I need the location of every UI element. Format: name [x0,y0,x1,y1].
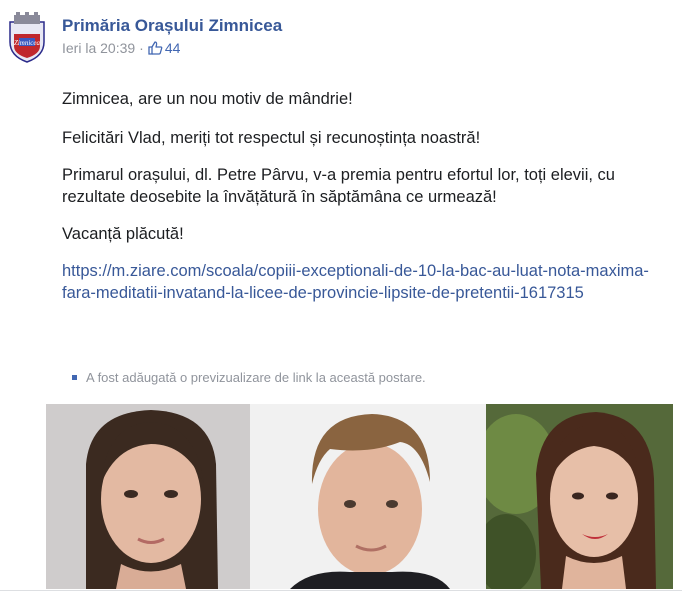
page-name-link[interactable]: Primăria Orașului Zimnicea [62,16,282,36]
like-count[interactable]: 44 [165,39,181,57]
coat-of-arms-icon: Zimnicea [9,12,45,63]
article-link[interactable]: https://m.ziare.com/scoala/copiii-except… [62,260,662,304]
photo-student-1 [46,404,250,589]
link-preview-notice: A fost adăugată o previzualizare de link… [72,370,426,385]
divider [0,590,682,591]
post-header: Primăria Orașului Zimnicea Ieri la 20:39… [62,16,282,57]
photo-student-3 [486,404,673,589]
bullet-icon [72,375,77,380]
post-meta: Ieri la 20:39 · 44 [62,39,282,57]
post-timestamp[interactable]: Ieri la 20:39 [62,39,135,57]
link-preview-image[interactable] [46,404,673,589]
page-avatar[interactable]: Zimnicea [2,12,52,64]
post-paragraph: Primarul orașului, dl. Petre Pârvu, v-a … [62,166,615,206]
link-preview-notice-text: A fost adăugată o previzualizare de link… [86,370,426,385]
post-paragraph: Zimnicea, are un nou motiv de mândrie! [62,90,353,108]
post-paragraph: Vacanță plăcută! [62,225,184,243]
meta-separator: · [139,40,144,56]
post-paragraph: Felicitări Vlad, meriți tot respectul și… [62,129,481,147]
avatar-text: Zimnicea [14,39,41,47]
thumbs-up-icon [148,41,163,55]
facebook-post: Zimnicea Primăria Orașului Zimnicea Ieri… [0,0,682,593]
photo-student-2 [250,404,486,589]
post-body: Zimnicea, are un nou motiv de mândrie! F… [62,88,662,319]
